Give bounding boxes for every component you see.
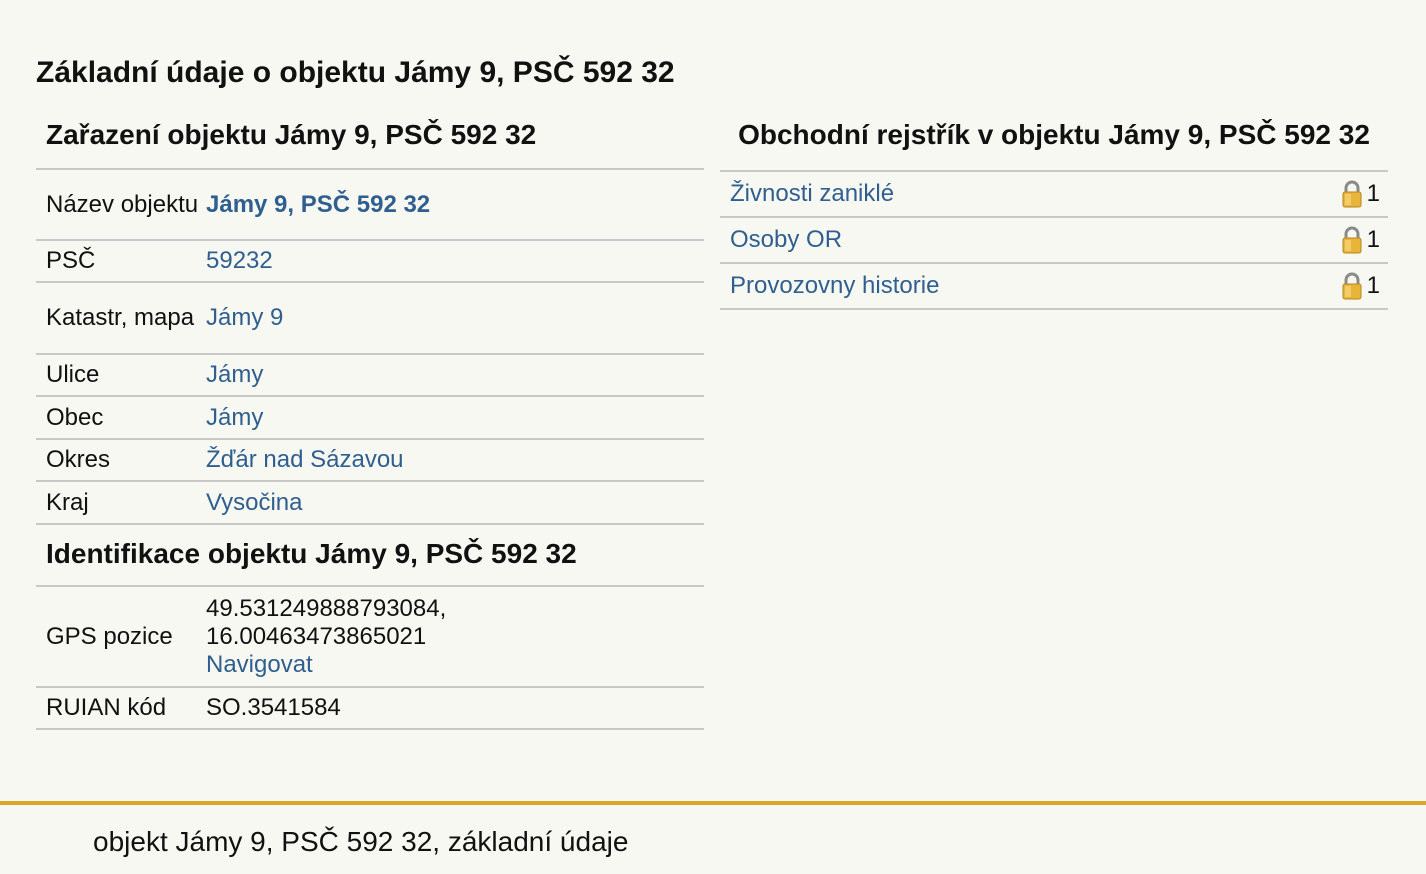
- footer: objekt Jámy 9, PSČ 592 32, základní údaj…: [0, 801, 1426, 874]
- okres-link[interactable]: Žďár nad Sázavou: [206, 446, 404, 473]
- kraj-link[interactable]: Vysočina: [206, 489, 303, 516]
- row-label: Okres: [46, 446, 111, 473]
- zivnosti-zanikle-link[interactable]: Živnosti zaniklé: [730, 180, 894, 208]
- row-obec: Obec Jámy: [36, 397, 704, 440]
- row-ruian: RUIAN kód SO.3541584: [36, 688, 704, 730]
- row-label: PSČ: [46, 247, 96, 274]
- row-label: Katastr, mapa: [46, 304, 195, 331]
- lock-icon: [1342, 226, 1362, 254]
- identifikace-title: Identifikace objektu Jámy 9, PSČ 592 32: [36, 525, 704, 587]
- zarazeni-section: Zařazení objektu Jámy 9, PSČ 592 32 Náze…: [36, 110, 704, 730]
- or-item-zivnosti-zanikle: Živnosti zaniklé 1: [720, 172, 1388, 218]
- lock-icon: [1342, 272, 1362, 300]
- row-psc: PSČ 59232: [36, 241, 704, 283]
- row-label: Název objektu: [46, 190, 199, 218]
- row-katastr: Katastr, mapa Jámy 9: [36, 283, 704, 355]
- psc-link[interactable]: 59232: [206, 247, 273, 274]
- row-label: GPS pozice: [46, 622, 173, 650]
- row-label: RUIAN kód: [46, 694, 167, 721]
- page-title: Základní údaje o objektu Jámy 9, PSČ 592…: [36, 56, 675, 89]
- gps-value: 49.531249888793084, 16.00463473865021 Na…: [206, 595, 704, 679]
- or-item-provozovny-historie: Provozovny historie 1: [720, 264, 1388, 310]
- row-gps: GPS pozice 49.531249888793084, 16.004634…: [36, 587, 704, 688]
- item-count: 1: [1341, 226, 1380, 254]
- or-item-osoby-or: Osoby OR 1: [720, 218, 1388, 264]
- ulice-link[interactable]: Jámy: [206, 361, 263, 388]
- item-count: 1: [1341, 180, 1380, 208]
- gps-latitude: 49.531249888793084,: [206, 594, 447, 622]
- lock-icon: [1342, 180, 1362, 208]
- provozovny-historie-link[interactable]: Provozovny historie: [730, 272, 939, 300]
- obec-link[interactable]: Jámy: [206, 404, 263, 431]
- count-value: 1: [1366, 226, 1380, 253]
- zarazeni-title: Zařazení objektu Jámy 9, PSČ 592 32: [36, 110, 704, 170]
- row-label: Ulice: [46, 361, 100, 388]
- navigate-link[interactable]: Navigovat: [206, 651, 313, 678]
- item-count: 1: [1341, 272, 1380, 300]
- object-name-link[interactable]: Jámy 9, PSČ 592 32: [206, 191, 430, 218]
- katastr-link[interactable]: Jámy 9: [206, 304, 283, 331]
- osoby-or-link[interactable]: Osoby OR: [730, 226, 842, 254]
- row-okres: Okres Žďár nad Sázavou: [36, 440, 704, 482]
- ruian-value: SO.3541584: [206, 694, 341, 721]
- row-nazev-objektu: Název objektu Jámy 9, PSČ 592 32: [36, 170, 704, 241]
- row-label: Obec: [46, 403, 104, 431]
- gps-longitude: 16.00463473865021: [206, 622, 427, 650]
- obchodni-rejstrik-section: Obchodní rejstřík v objektu Jámy 9, PSČ …: [720, 110, 1388, 310]
- row-ulice: Ulice Jámy: [36, 355, 704, 397]
- count-value: 1: [1366, 272, 1380, 299]
- obchodni-rejstrik-title: Obchodní rejstřík v objektu Jámy 9, PSČ …: [720, 110, 1388, 172]
- footer-text: objekt Jámy 9, PSČ 592 32, základní údaj…: [93, 826, 629, 857]
- count-value: 1: [1366, 180, 1380, 207]
- row-kraj: Kraj Vysočina: [36, 482, 704, 525]
- row-label: Kraj: [46, 488, 89, 516]
